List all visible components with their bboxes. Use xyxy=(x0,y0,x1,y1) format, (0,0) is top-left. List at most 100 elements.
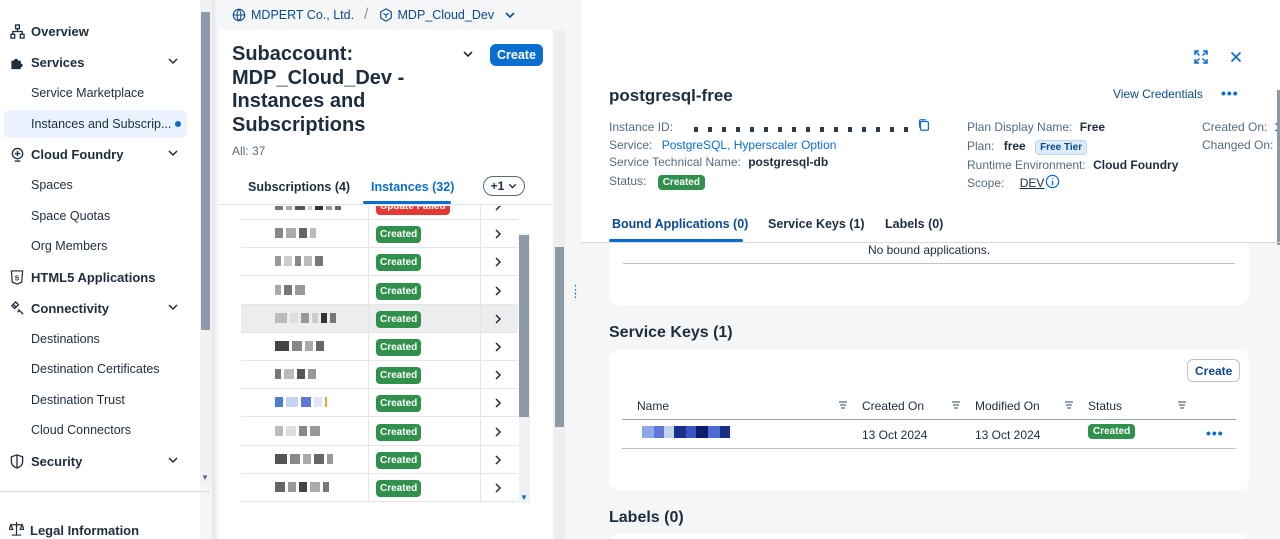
chevron-right-icon[interactable] xyxy=(494,370,502,380)
instance-id-field: Instance ID: xyxy=(609,120,918,135)
scroll-down-icon[interactable]: ▼ xyxy=(201,473,209,482)
full-screen-icon[interactable] xyxy=(1193,49,1209,65)
nav-service-marketplace[interactable]: Service Marketplace xyxy=(0,79,192,107)
list-item[interactable]: Created xyxy=(241,248,518,277)
chevron-right-icon[interactable] xyxy=(494,398,502,408)
nav-security[interactable]: Security xyxy=(0,447,192,475)
scroll-down-icon[interactable]: ▼ xyxy=(520,493,528,502)
column-created-on[interactable]: Created On xyxy=(862,399,924,413)
list-item[interactable]: Update Failed xyxy=(241,206,518,220)
tab-instances[interactable]: Instances (32) xyxy=(371,180,454,194)
chevron-right-icon[interactable] xyxy=(494,257,502,267)
chevron-right-icon[interactable] xyxy=(494,342,502,352)
nav-cloud-foundry[interactable]: Cloud Foundry xyxy=(0,140,192,168)
plan-field: Plan: free Free Tier xyxy=(967,139,1088,155)
cell-divider xyxy=(368,206,369,220)
nav-html5-applications[interactable]: 5 HTML5 Applications xyxy=(0,263,192,291)
chevron-right-icon[interactable] xyxy=(494,483,502,493)
cube-icon xyxy=(379,8,392,22)
nav-instances-subscriptions[interactable]: Instances and Subscrip... xyxy=(4,110,187,138)
chevron-down-icon[interactable] xyxy=(462,49,474,59)
sort-icon[interactable] xyxy=(1064,400,1074,410)
no-bound-applications: No bound applications. xyxy=(867,243,991,257)
status-badge: Created xyxy=(1088,424,1136,439)
cell-divider xyxy=(480,304,481,333)
plan-display-field: Plan Display Name: Free xyxy=(967,120,1105,134)
svg-text:5: 5 xyxy=(15,273,19,282)
panel-scrollbar-thumb[interactable] xyxy=(555,247,564,427)
list-item[interactable]: Created xyxy=(241,276,518,305)
nav-spaces[interactable]: Spaces xyxy=(0,171,192,199)
nav-services[interactable]: Services xyxy=(0,48,192,76)
chevron-right-icon[interactable] xyxy=(494,286,502,296)
chevron-right-icon[interactable] xyxy=(494,427,502,437)
nav-connectivity[interactable]: Connectivity xyxy=(0,294,192,322)
nav-org-members[interactable]: Org Members xyxy=(0,232,192,260)
table-row[interactable]: 13 Oct 2024 13 Oct 2024 Created ••• xyxy=(622,420,1236,449)
nav-legal-information[interactable]: Legal Information xyxy=(0,521,139,539)
column-name[interactable]: Name xyxy=(637,399,669,413)
list-item[interactable]: Created xyxy=(241,417,518,446)
scope-value[interactable]: DEV xyxy=(1020,176,1045,190)
chevron-down-icon xyxy=(509,183,517,189)
chevron-right-icon[interactable] xyxy=(494,314,502,324)
nav-scrollbar-thumb[interactable] xyxy=(201,12,210,330)
nav-cloud-connectors[interactable]: Cloud Connectors xyxy=(0,416,192,444)
breadcrumb-subaccount[interactable]: MDP_Cloud_Dev xyxy=(379,8,516,22)
grip-icon[interactable]: ⋮ ⋮ xyxy=(570,285,581,300)
column-modified-on[interactable]: Modified On xyxy=(975,399,1040,413)
service-key-created: 13 Oct 2024 xyxy=(862,428,928,442)
instance-name-masked xyxy=(275,397,330,409)
list-item[interactable]: Created xyxy=(241,220,518,249)
more-icon[interactable]: ••• xyxy=(1221,85,1239,101)
create-service-key-button[interactable]: Create xyxy=(1187,359,1241,382)
close-icon[interactable] xyxy=(1228,49,1244,65)
tab-labels[interactable]: Labels (0) xyxy=(885,217,943,231)
breadcrumb-global-account[interactable]: MDPERT Co., Ltd. xyxy=(232,8,354,22)
status-field: Status: Created xyxy=(609,174,705,190)
detail-panel: postgresql-free View Credentials ••• Ins… xyxy=(581,0,1280,539)
instance-name-masked xyxy=(275,341,327,353)
list-item[interactable]: Created xyxy=(241,389,518,418)
cell-divider xyxy=(368,333,369,361)
chevron-right-icon[interactable] xyxy=(494,229,502,239)
service-link[interactable]: PostgreSQL, Hyperscaler Option xyxy=(662,138,837,152)
tab-bound-applications[interactable]: Bound Applications (0) xyxy=(612,217,748,231)
list-item[interactable]: Created xyxy=(241,333,518,361)
nav-space-quotas[interactable]: Space Quotas xyxy=(0,202,192,230)
tab-subscriptions[interactable]: Subscriptions (4) xyxy=(248,180,350,194)
view-credentials-link[interactable]: View Credentials xyxy=(1113,87,1203,101)
list-item[interactable]: Created xyxy=(241,445,518,474)
instance-name-masked xyxy=(275,482,332,494)
nav-destinations[interactable]: Destinations xyxy=(0,325,192,353)
selected-indicator xyxy=(175,121,181,127)
column-splitter[interactable] xyxy=(567,0,581,539)
nav-overview[interactable]: Overview xyxy=(0,17,192,45)
list-scrollbar-thumb[interactable] xyxy=(519,235,529,417)
list-item[interactable]: Created xyxy=(241,361,518,390)
create-button[interactable]: Create xyxy=(490,44,543,66)
tab-overflow-button[interactable]: +1 xyxy=(483,176,525,196)
cell-divider xyxy=(480,417,481,446)
nav-instances-subscriptions-label: Instances and Subscrip... xyxy=(31,117,172,131)
cell-divider xyxy=(480,333,481,361)
chevron-right-icon[interactable] xyxy=(494,455,502,465)
sort-icon[interactable] xyxy=(951,400,961,410)
copy-icon[interactable] xyxy=(917,118,931,132)
list-item[interactable]: Created xyxy=(241,304,518,333)
chevron-down-icon xyxy=(168,150,178,157)
column-status[interactable]: Status xyxy=(1088,399,1122,413)
nav-destination-trust[interactable]: Destination Trust xyxy=(0,386,192,414)
list-item[interactable]: Created xyxy=(241,474,518,502)
sort-icon[interactable] xyxy=(1177,400,1187,410)
cell-divider xyxy=(480,445,481,474)
info-icon[interactable] xyxy=(1045,174,1060,189)
chevron-right-icon[interactable] xyxy=(494,206,502,211)
nav-destination-certificates[interactable]: Destination Certificates xyxy=(0,355,192,383)
chevron-down-icon xyxy=(168,58,178,65)
nav-service-marketplace-label: Service Marketplace xyxy=(31,86,145,100)
tab-service-keys[interactable]: Service Keys (1) xyxy=(768,217,865,231)
more-icon[interactable]: ••• xyxy=(1206,425,1224,441)
sort-icon[interactable] xyxy=(838,400,848,410)
nav-services-label: Services xyxy=(31,54,85,70)
